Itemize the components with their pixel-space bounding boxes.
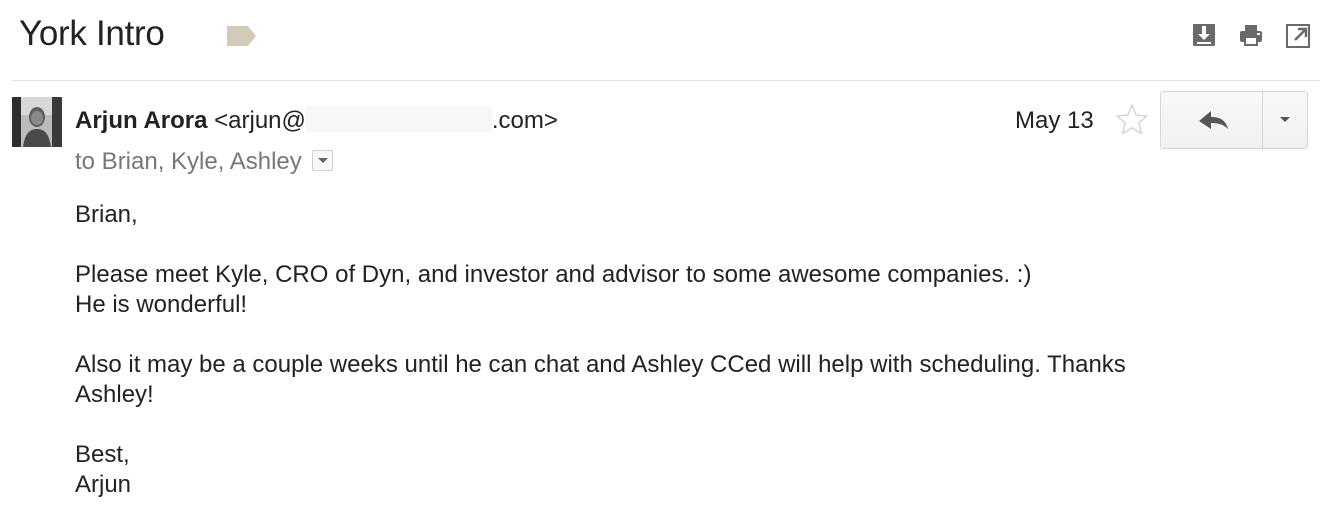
thread-header: York Intro	[0, 0, 1334, 78]
avatar[interactable]	[12, 97, 62, 147]
label-tag-icon[interactable]	[224, 24, 258, 48]
body-greeting: Brian,	[75, 201, 138, 228]
body-paragraph-2-line-1: Also it may be a couple weeks until he c…	[75, 351, 1126, 378]
body-paragraph-1-line-2: He is wonderful!	[75, 291, 248, 318]
chevron-down-icon	[317, 158, 328, 163]
message-body: Brian, Please meet Kyle, CRO of Dyn, and…	[75, 200, 1255, 500]
print-icon[interactable]	[1237, 20, 1265, 50]
body-signoff: Best,	[75, 441, 130, 468]
thread-subject: York Intro	[19, 14, 165, 53]
show-details-button[interactable]	[311, 150, 333, 171]
download-icon[interactable]	[1190, 20, 1218, 50]
body-signature: Arjun	[75, 471, 132, 498]
header-divider	[12, 80, 1320, 81]
more-actions-button[interactable]	[1263, 92, 1307, 148]
sender-email-suffix: .com>	[491, 107, 558, 134]
open-new-window-icon[interactable]	[1284, 20, 1312, 50]
sender-email[interactable]: <arjun@ .com>	[214, 106, 558, 134]
reply-icon	[1199, 111, 1228, 129]
dropdown-arrow-icon	[1280, 117, 1290, 122]
body-paragraph-2-line-2: Ashley!	[75, 381, 154, 408]
recipients-line: to Brian, Kyle, Ashley	[75, 146, 333, 178]
recipients-text: to Brian, Kyle, Ashley	[75, 148, 302, 175]
sender-name[interactable]: Arjun Arora	[75, 107, 207, 134]
message-date: May 13	[1015, 107, 1094, 134]
email-view: York Intro Arjun Arora <arjun@ .com> to …	[0, 0, 1334, 516]
sender-email-prefix: <arjun@	[214, 107, 306, 134]
body-paragraph-1-line-1: Please meet Kyle, CRO of Dyn, and invest…	[75, 261, 1032, 288]
reply-button-group	[1160, 91, 1308, 149]
email-redaction	[305, 106, 492, 132]
sender-line: Arjun Arora <arjun@ .com>	[75, 105, 558, 137]
star-icon[interactable]	[1114, 102, 1150, 138]
reply-button[interactable]	[1161, 92, 1262, 148]
